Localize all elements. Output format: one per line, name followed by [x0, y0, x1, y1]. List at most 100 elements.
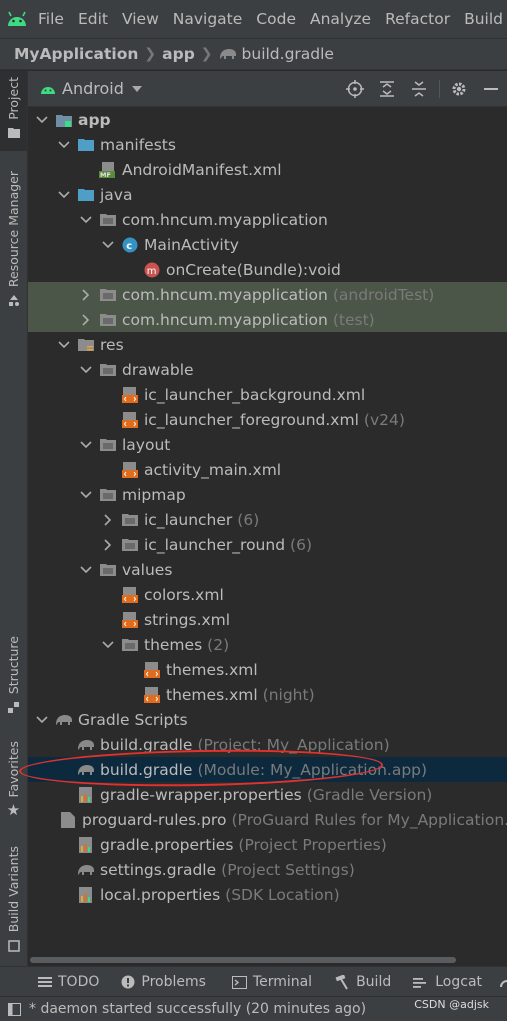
tree-row[interactable]: ic_launcher (6) — [28, 507, 507, 532]
tab-project-label: Project — [6, 77, 21, 120]
tree-row[interactable]: build.gradle (Module: My_Application.app) — [28, 757, 507, 782]
breadcrumb-file[interactable]: build.gradle — [219, 45, 334, 63]
window-layout-icon[interactable] — [8, 1002, 21, 1016]
tree-row[interactable]: com.hncum.myapplication — [28, 207, 507, 232]
tree-item-label: com.hncum.myapplication — [122, 310, 328, 329]
expand-all-icon[interactable] — [371, 71, 403, 107]
chevron-down-icon[interactable] — [33, 711, 51, 729]
menu-code[interactable]: Code — [256, 10, 296, 28]
collapse-all-icon[interactable] — [403, 71, 435, 107]
tab-build-label: Build — [356, 974, 392, 990]
tree-row[interactable]: settings.gradle (Project Settings) — [28, 857, 507, 882]
chevron-down-icon[interactable] — [33, 111, 51, 129]
chevron-down-icon[interactable] — [99, 636, 117, 654]
breadcrumb-project[interactable]: MyApplication — [14, 45, 138, 63]
chevron-down-icon[interactable] — [131, 85, 142, 92]
terminal-icon — [231, 975, 247, 989]
tree-row[interactable]: local.properties (SDK Location) — [28, 882, 507, 907]
tree-row[interactable]: MF AndroidManifest.xml — [28, 157, 507, 182]
tab-resource-manager[interactable]: Resource Manager — [0, 171, 27, 321]
tree-item-label: MainActivity — [144, 235, 239, 254]
list-icon — [38, 976, 52, 988]
tree-row[interactable]: mipmap — [28, 482, 507, 507]
tree-row[interactable]: m onCreate(Bundle):void — [28, 257, 507, 282]
tree-row[interactable]: ic_launcher_foreground.xml (v24) — [28, 407, 507, 432]
tab-project[interactable]: Project — [0, 71, 27, 151]
horizontal-scrollbar[interactable] — [30, 957, 456, 963]
tree-row[interactable]: build.gradle (Project: My_Application) — [28, 732, 507, 757]
tree-item-hint: (6) — [290, 535, 313, 554]
tree-row[interactable]: java — [28, 182, 507, 207]
tree-row[interactable]: layout — [28, 432, 507, 457]
tab-build-variants[interactable]: Build Variants — [0, 846, 27, 956]
tree-row[interactable]: values — [28, 557, 507, 582]
breadcrumb-module[interactable]: app — [162, 45, 195, 63]
tree-item-label: ic_launcher — [144, 510, 233, 529]
properties-icon — [77, 836, 95, 854]
view-selector[interactable]: Android — [62, 79, 124, 98]
tree-item-label: activity_main.xml — [144, 460, 282, 479]
tree-row[interactable]: themes.xml — [28, 657, 507, 682]
tab-logcat[interactable]: Logcat — [413, 974, 482, 990]
menu-build[interactable]: Build — [464, 10, 503, 28]
chevron-right-icon[interactable] — [77, 311, 95, 329]
locate-icon[interactable] — [339, 71, 371, 107]
tree-row[interactable]: proguard-rules.pro (ProGuard Rules for My… — [28, 807, 507, 832]
menu-refactor[interactable]: Refactor — [385, 10, 450, 28]
tab-structure[interactable]: Structure — [0, 636, 27, 716]
menu-view[interactable]: View — [122, 10, 159, 28]
chevron-down-icon[interactable] — [77, 561, 95, 579]
tab-todo[interactable]: TODO — [38, 974, 99, 990]
chevron-down-icon[interactable] — [55, 336, 73, 354]
chevron-right-icon[interactable] — [99, 536, 117, 554]
chevron-down-icon[interactable] — [77, 486, 95, 504]
tree-row[interactable]: manifests — [28, 132, 507, 157]
tree-row[interactable]: themes (2) — [28, 632, 507, 657]
logcat-icon — [413, 976, 429, 989]
chevron-down-icon[interactable] — [77, 211, 95, 229]
tree-row[interactable]: gradle.properties (Project Properties) — [28, 832, 507, 857]
tree-row[interactable]: app — [28, 107, 507, 132]
menu-analyze[interactable]: Analyze — [310, 10, 371, 28]
chevron-down-icon[interactable] — [77, 361, 95, 379]
chevron-down-icon[interactable] — [99, 236, 117, 254]
minimize-icon[interactable] — [475, 71, 507, 107]
tab-problems[interactable]: Problems — [121, 974, 206, 990]
tree-row[interactable]: drawable — [28, 357, 507, 382]
tab-terminal[interactable]: Terminal — [231, 974, 312, 990]
menu-edit[interactable]: Edit — [78, 10, 108, 28]
tree-row[interactable]: gradle-wrapper.properties (Gradle Version… — [28, 782, 507, 807]
chevron-down-icon[interactable] — [77, 436, 95, 454]
tree-row[interactable]: strings.xml — [28, 607, 507, 632]
tree-row[interactable]: Gradle Scripts — [28, 707, 507, 732]
package-icon — [121, 536, 139, 554]
chevron-right-icon[interactable] — [77, 286, 95, 304]
tree-row[interactable]: res — [28, 332, 507, 357]
chevron-down-icon[interactable] — [55, 136, 73, 154]
tree-row[interactable]: ic_launcher_round (6) — [28, 532, 507, 557]
tree-item-hint: (Gradle Version) — [306, 785, 433, 804]
star-icon: ★ — [6, 801, 21, 820]
tree-row[interactable]: activity_main.xml — [28, 457, 507, 482]
tab-favorites[interactable]: Favorites ★ — [0, 741, 27, 821]
tree-row[interactable]: com.hncum.myapplication (androidTest) — [28, 282, 507, 307]
gauge-icon[interactable] — [500, 976, 507, 988]
tree-row[interactable]: themes.xml (night) — [28, 682, 507, 707]
tree-row[interactable]: colors.xml — [28, 582, 507, 607]
tab-build[interactable]: Build — [334, 974, 391, 990]
tree-row[interactable]: com.hncum.myapplication (test) — [28, 307, 507, 332]
chevron-down-icon[interactable] — [55, 186, 73, 204]
tree-item-label: mipmap — [122, 485, 186, 504]
tree-row[interactable]: c MainActivity — [28, 232, 507, 257]
menu-navigate[interactable]: Navigate — [173, 10, 243, 28]
folder-icon — [7, 124, 20, 142]
gear-icon[interactable] — [443, 71, 475, 107]
tree-row[interactable]: ic_launcher_background.xml — [28, 382, 507, 407]
menu-file[interactable]: File — [38, 10, 64, 28]
chevron-right-icon[interactable] — [99, 511, 117, 529]
properties-icon — [77, 786, 95, 804]
